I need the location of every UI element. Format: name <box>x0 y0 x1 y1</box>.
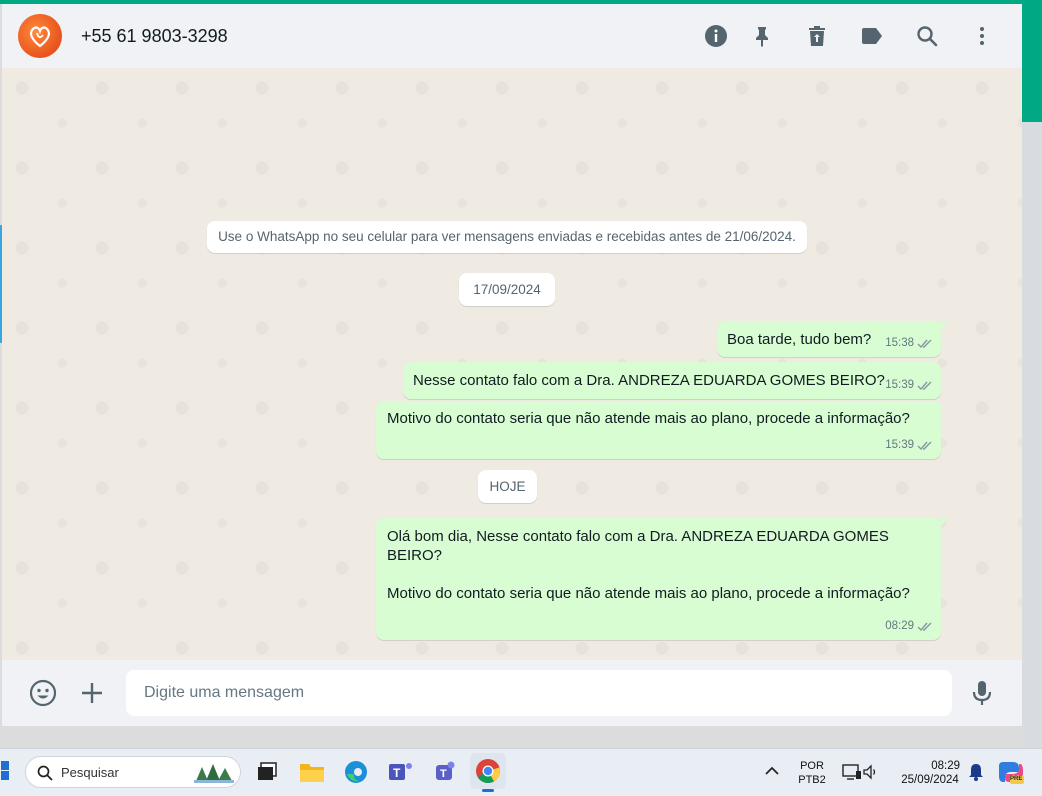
read-ticks-icon <box>917 381 932 391</box>
message-text: Olá bom dia, Nesse contato falo com a Dr… <box>387 528 910 602</box>
more-menu-icon[interactable] <box>970 24 994 48</box>
copilot-icon[interactable]: PRE <box>996 757 1026 787</box>
message-text: Nesse contato falo com a Dra. ANDREZA ED… <box>413 372 885 389</box>
edge-browser-icon[interactable] <box>341 757 371 787</box>
message-time: 15:39 <box>885 379 914 391</box>
keyboard-layout: PTB2 <box>798 774 826 786</box>
message-meta: 08:29 <box>885 617 933 636</box>
language-code: POR <box>800 760 824 772</box>
message-text: Motivo do contato seria que não atende m… <box>387 410 910 427</box>
contact-name[interactable]: +55 61 9803-3298 <box>81 26 228 47</box>
pin-icon[interactable] <box>750 24 774 48</box>
input-language-indicator[interactable]: POR PTB2 <box>796 759 828 787</box>
read-ticks-icon <box>917 622 932 632</box>
tray-overflow-chevron-icon[interactable] <box>762 759 782 783</box>
search-highlight-icon <box>194 764 234 783</box>
svg-text:T: T <box>393 766 401 780</box>
search-icon[interactable] <box>915 24 939 48</box>
background-window-edge <box>1022 4 1042 122</box>
clock-date: 25/09/2024 <box>901 774 959 786</box>
file-explorer-icon[interactable] <box>297 757 327 787</box>
message-outgoing[interactable]: Olá bom dia, Nesse contato falo com a Dr… <box>376 518 948 640</box>
logo-icon <box>29 26 51 48</box>
message-list[interactable]: Use o WhatsApp no seu celular para ver m… <box>2 68 1022 660</box>
microphone-icon[interactable] <box>967 678 997 708</box>
os-taskbar: Pesquisar T T POR PTB2 08:29 25/09/2024 <box>0 748 1042 796</box>
notification-bell-icon[interactable] <box>966 761 986 783</box>
search-label: Pesquisar <box>61 765 119 780</box>
date-chip: 17/09/2024 <box>459 273 555 306</box>
delete-icon[interactable] <box>805 24 829 48</box>
chat-header[interactable]: +55 61 9803-3298 <box>2 4 1022 68</box>
label-icon[interactable] <box>860 24 884 48</box>
date-chip: HOJE <box>478 470 537 503</box>
message-meta: 15:38 <box>885 334 933 353</box>
message-time: 15:38 <box>885 337 914 349</box>
message-meta: 15:39 <box>885 436 933 455</box>
system-status-group[interactable] <box>838 761 884 783</box>
chrome-icon[interactable] <box>470 753 506 792</box>
teams-classic-icon[interactable]: T <box>386 757 416 787</box>
teams-icon[interactable]: T <box>430 757 460 787</box>
message-outgoing[interactable]: Nesse contato falo com a Dra. ANDREZA ED… <box>403 362 941 399</box>
attach-plus-icon[interactable] <box>77 678 107 708</box>
active-app-indicator <box>482 789 494 792</box>
info-icon[interactable] <box>704 24 728 48</box>
start-button[interactable] <box>0 761 10 781</box>
avatar[interactable] <box>18 14 62 58</box>
clock-time: 08:29 <box>931 760 960 772</box>
volume-icon <box>863 764 876 780</box>
read-ticks-icon <box>917 441 932 451</box>
taskbar-search[interactable]: Pesquisar <box>25 756 241 788</box>
emoji-icon[interactable] <box>28 678 58 708</box>
task-view-icon[interactable] <box>252 757 282 787</box>
message-outgoing[interactable]: Boa tarde, tudo bem? 15:38 <box>717 321 948 357</box>
message-outgoing[interactable]: Motivo do contato seria que não atende m… <box>376 401 941 459</box>
message-time: 15:39 <box>885 439 914 451</box>
read-ticks-icon <box>917 339 932 349</box>
svg-text:T: T <box>440 768 447 780</box>
message-text: Boa tarde, tudo bem? <box>727 331 872 348</box>
message-time: 08:29 <box>885 620 914 632</box>
whatsapp-window: +55 61 9803-3298 Use o WhatsApp no seu c… <box>2 4 1022 726</box>
message-input[interactable] <box>126 670 952 716</box>
network-icon <box>842 764 861 780</box>
encryption-notice: Use o WhatsApp no seu celular para ver m… <box>207 221 807 253</box>
background-window-edge-gray <box>1022 122 1042 748</box>
bubble-tail <box>940 321 948 330</box>
clock[interactable]: 08:29 25/09/2024 <box>890 759 970 787</box>
message-meta: 15:39 <box>885 376 933 395</box>
search-icon <box>37 765 53 781</box>
bubble-tail <box>940 518 948 527</box>
composer <box>2 660 1022 726</box>
preview-badge: PRE <box>1010 776 1023 782</box>
